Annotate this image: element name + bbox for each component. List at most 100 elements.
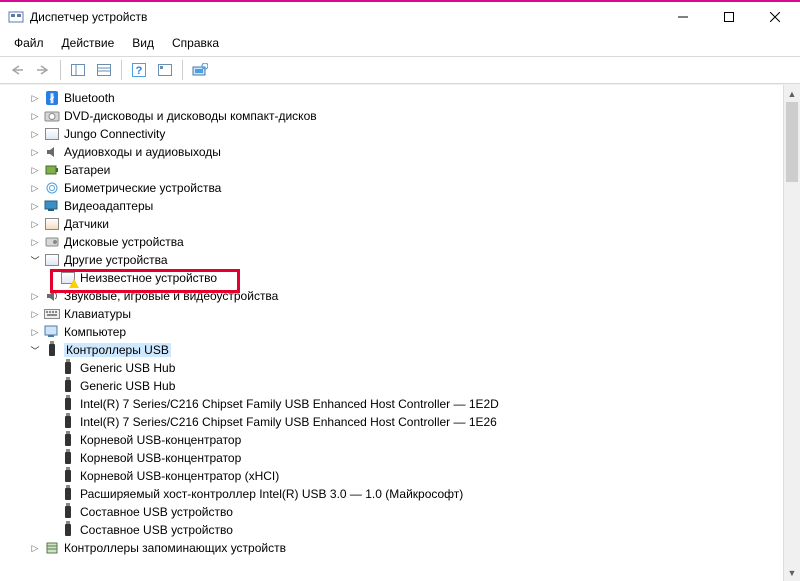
- menu-help[interactable]: Справка: [164, 34, 227, 52]
- chevron-right-icon[interactable]: ▷: [28, 181, 42, 195]
- tree-label: Корневой USB-концентратор: [80, 451, 241, 465]
- scroll-down-button[interactable]: ▼: [784, 564, 800, 581]
- tree-item-usb[interactable]: Generic USB Hub: [0, 377, 800, 395]
- sound-icon: [44, 288, 60, 304]
- minimize-button[interactable]: [660, 2, 706, 32]
- tree-item-usb[interactable]: Intel(R) 7 Series/C216 Chipset Family US…: [0, 395, 800, 413]
- maximize-button[interactable]: [706, 2, 752, 32]
- device-tree[interactable]: ▷ ∦ Bluetooth ▷ DVD-дисководы и дисковод…: [0, 85, 800, 581]
- show-hide-tree-button[interactable]: [67, 59, 89, 81]
- tree-item-usb[interactable]: Корневой USB-концентратор: [0, 431, 800, 449]
- usb-icon: [60, 468, 76, 484]
- tree-category-dvd[interactable]: ▷ DVD-дисководы и дисководы компакт-диск…: [0, 107, 800, 125]
- tree-label: DVD-дисководы и дисководы компакт-дисков: [64, 109, 317, 123]
- usb-icon: [60, 522, 76, 538]
- chevron-down-icon[interactable]: ﹀: [28, 253, 42, 267]
- tree-label: Составное USB устройство: [80, 505, 233, 519]
- usb-icon: [60, 378, 76, 394]
- tree-label: Generic USB Hub: [80, 379, 175, 393]
- tree-category-sound[interactable]: ▷ Звуковые, игровые и видеоустройства: [0, 287, 800, 305]
- tree-label: Дисковые устройства: [64, 235, 184, 249]
- tree-item-usb[interactable]: Intel(R) 7 Series/C216 Chipset Family US…: [0, 413, 800, 431]
- chevron-down-icon[interactable]: ﹀: [28, 343, 42, 357]
- scroll-thumb[interactable]: [786, 102, 798, 182]
- tree-label: Другие устройства: [64, 253, 168, 267]
- close-button[interactable]: [752, 2, 798, 32]
- usb-icon: [60, 450, 76, 466]
- usb-icon: [60, 360, 76, 376]
- tree-category-audio-io[interactable]: ▷ Аудиовходы и аудиовыходы: [0, 143, 800, 161]
- usb-icon: [60, 396, 76, 412]
- back-button[interactable]: [6, 59, 28, 81]
- help-button[interactable]: ?: [128, 59, 150, 81]
- tree-category-sensors[interactable]: ▷ Датчики: [0, 215, 800, 233]
- tree-item-usb[interactable]: Расширяемый хост-контроллер Intel(R) USB…: [0, 485, 800, 503]
- tree-label: Intel(R) 7 Series/C216 Chipset Family US…: [80, 415, 497, 429]
- details-button[interactable]: [154, 59, 176, 81]
- storage-controller-icon: [44, 540, 60, 556]
- vertical-scrollbar[interactable]: ▲ ▼: [783, 85, 800, 581]
- fingerprint-icon: [44, 180, 60, 196]
- app-icon: [8, 9, 24, 25]
- scroll-up-button[interactable]: ▲: [784, 85, 800, 102]
- chevron-right-icon[interactable]: ▷: [28, 289, 42, 303]
- tree-category-computer[interactable]: ▷ Компьютер: [0, 323, 800, 341]
- titlebar: Диспетчер устройств: [0, 2, 800, 32]
- tree-label: Видеоадаптеры: [64, 199, 153, 213]
- tree-label: Компьютер: [64, 325, 126, 339]
- device-icon: [44, 126, 60, 142]
- tree-category-bluetooth[interactable]: ▷ ∦ Bluetooth: [0, 89, 800, 107]
- window-controls: [660, 2, 798, 32]
- tree-item-usb[interactable]: Корневой USB-концентратор (xHCI): [0, 467, 800, 485]
- chevron-right-icon[interactable]: ▷: [28, 163, 42, 177]
- tree-category-keyboards[interactable]: ▷ Клавиатуры: [0, 305, 800, 323]
- scan-hardware-button[interactable]: [189, 59, 211, 81]
- tree-item-usb[interactable]: Составное USB устройство: [0, 503, 800, 521]
- forward-button[interactable]: [32, 59, 54, 81]
- tree-category-display[interactable]: ▷ Видеоадаптеры: [0, 197, 800, 215]
- chevron-right-icon[interactable]: ▷: [28, 91, 42, 105]
- menu-action[interactable]: Действие: [54, 34, 123, 52]
- chevron-right-icon[interactable]: ▷: [28, 235, 42, 249]
- chevron-right-icon[interactable]: ▷: [28, 325, 42, 339]
- tree-label: Корневой USB-концентратор (xHCI): [80, 469, 279, 483]
- tree-label: Биометрические устройства: [64, 181, 221, 195]
- chevron-right-icon[interactable]: ▷: [28, 217, 42, 231]
- tree-label: Датчики: [64, 217, 109, 231]
- usb-icon: [60, 432, 76, 448]
- menu-file[interactable]: Файл: [6, 34, 52, 52]
- properties-button[interactable]: [93, 59, 115, 81]
- tree-label: Неизвестное устройство: [80, 271, 217, 285]
- warning-device-icon: [60, 270, 76, 286]
- tree-category-jungo[interactable]: ▷ Jungo Connectivity: [0, 125, 800, 143]
- chevron-right-icon[interactable]: ▷: [28, 307, 42, 321]
- menu-view[interactable]: Вид: [124, 34, 162, 52]
- window-title: Диспетчер устройств: [30, 10, 147, 24]
- chevron-right-icon[interactable]: ▷: [28, 145, 42, 159]
- tree-item-usb[interactable]: Составное USB устройство: [0, 521, 800, 539]
- tree-item-usb[interactable]: Корневой USB-концентратор: [0, 449, 800, 467]
- scroll-track[interactable]: [784, 102, 800, 564]
- tree-item-unknown-device[interactable]: Неизвестное устройство: [0, 269, 800, 287]
- tree-category-biometric[interactable]: ▷ Биометрические устройства: [0, 179, 800, 197]
- tree-label: Аудиовходы и аудиовыходы: [64, 145, 221, 159]
- menubar: Файл Действие Вид Справка: [0, 32, 800, 56]
- tree-label: Звуковые, игровые и видеоустройства: [64, 289, 278, 303]
- tree-category-batteries[interactable]: ▷ Батареи: [0, 161, 800, 179]
- other-devices-icon: [44, 252, 60, 268]
- bluetooth-icon: ∦: [44, 90, 60, 106]
- chevron-right-icon[interactable]: ▷: [28, 199, 42, 213]
- tree-category-usb[interactable]: ﹀ Контроллеры USB: [0, 341, 800, 359]
- tree-item-usb[interactable]: Generic USB Hub: [0, 359, 800, 377]
- tree-category-storage-controllers[interactable]: ▷ Контроллеры запоминающих устройств: [0, 539, 800, 557]
- svg-text:?: ?: [136, 65, 143, 77]
- chevron-right-icon[interactable]: ▷: [28, 541, 42, 555]
- chevron-right-icon[interactable]: ▷: [28, 127, 42, 141]
- tree-category-other[interactable]: ﹀ Другие устройства: [0, 251, 800, 269]
- tree-category-disk[interactable]: ▷ Дисковые устройства: [0, 233, 800, 251]
- display-adapter-icon: [44, 198, 60, 214]
- tree-label: Контроллеры запоминающих устройств: [64, 541, 286, 555]
- chevron-right-icon[interactable]: ▷: [28, 109, 42, 123]
- usb-icon: [60, 486, 76, 502]
- sensor-icon: [44, 216, 60, 232]
